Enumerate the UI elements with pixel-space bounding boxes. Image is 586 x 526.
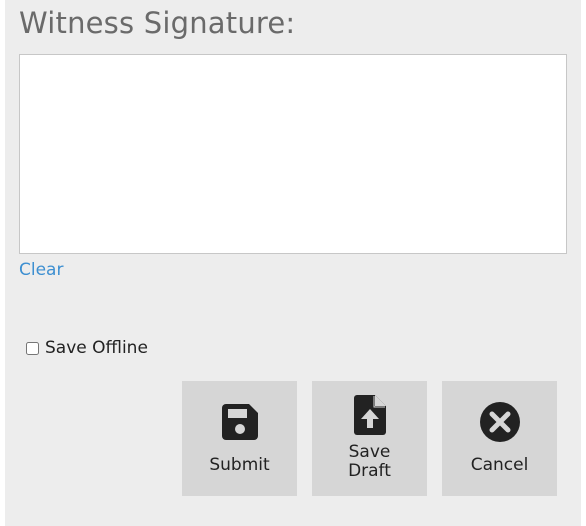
submit-button[interactable]: Submit (182, 381, 297, 496)
save-offline-checkbox[interactable] (26, 341, 39, 355)
save-draft-label-line2: Draft (348, 461, 391, 481)
submit-label: Submit (209, 455, 270, 475)
signature-title: Witness Signature: (19, 6, 296, 40)
signature-panel: Witness Signature: Clear Save Offline Su… (5, 0, 581, 526)
save-offline-label: Save Offline (45, 338, 148, 358)
save-draft-button[interactable]: Save Draft (312, 381, 427, 496)
save-draft-label-line1: Save (348, 442, 391, 462)
file-upload-icon (312, 395, 427, 435)
cancel-button[interactable]: Cancel (442, 381, 557, 496)
floppy-disk-icon (182, 403, 297, 441)
clear-signature-link[interactable]: Clear (19, 260, 63, 280)
signature-pad[interactable] (19, 54, 567, 254)
cancel-label: Cancel (470, 455, 529, 475)
save-offline-option[interactable]: Save Offline (26, 338, 148, 358)
close-circle-icon (442, 401, 557, 443)
